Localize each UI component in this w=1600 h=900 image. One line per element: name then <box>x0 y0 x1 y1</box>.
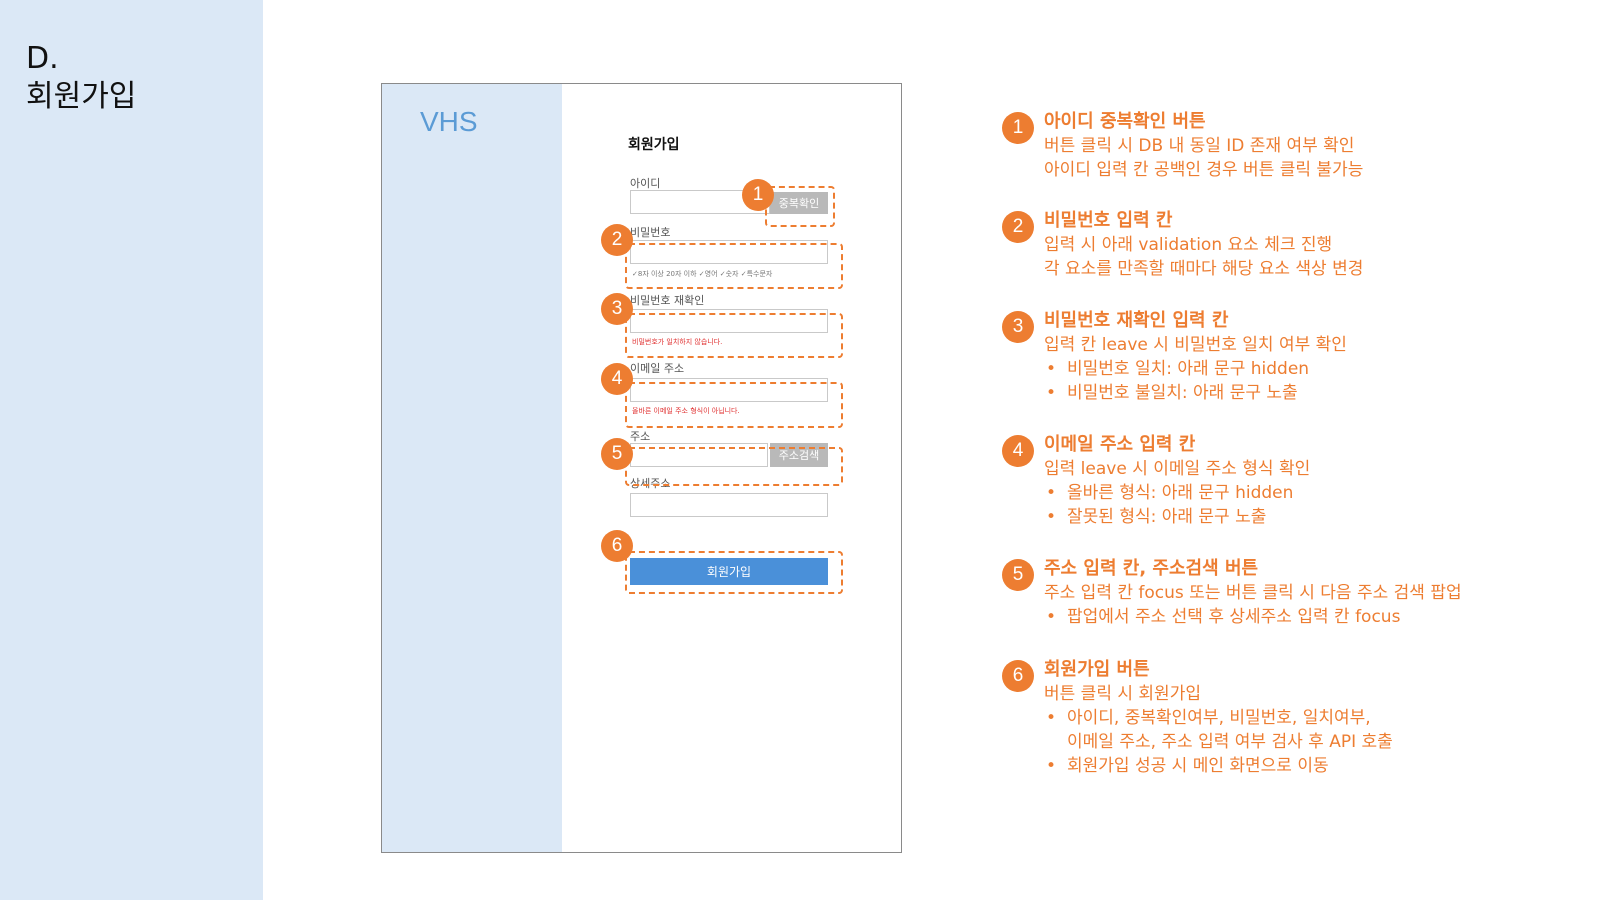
note-number-1: 1 <box>1002 112 1034 144</box>
marker-4: 4 <box>601 363 633 395</box>
note-title: 주소 입력 칸, 주소검색 버튼 <box>1044 558 1259 579</box>
note-line: 버튼 클릭 시 회원가입 <box>1044 684 1201 704</box>
form-title: 회원가입 <box>628 137 680 153</box>
id-label: 아이디 <box>630 177 661 190</box>
note-bullet: 팝업에서 주소 선택 후 상세주소 입력 칸 focus <box>1044 605 1584 629</box>
note-line: 입력 시 아래 validation 요소 체크 진행 <box>1044 235 1333 255</box>
note-line: 각 요소를 만족할 때마다 해당 요소 색상 변경 <box>1044 259 1364 279</box>
note-number-3: 3 <box>1002 311 1034 343</box>
marker-1: 1 <box>742 179 774 211</box>
note-bullet: 비밀번호 일치: 아래 문구 hidden <box>1044 357 1584 381</box>
note-line: 주소 입력 칸 focus 또는 버튼 클릭 시 다음 주소 검색 팝업 <box>1044 583 1462 603</box>
marker-6: 6 <box>601 530 633 562</box>
note-title: 아이디 중복확인 버튼 <box>1044 111 1206 132</box>
highlight-box-4 <box>625 382 843 428</box>
app-logo[interactable]: VHS <box>420 106 478 138</box>
note-number-4: 4 <box>1002 435 1034 467</box>
note-bullet: 올바른 형식: 아래 문구 hidden <box>1044 481 1584 505</box>
slide-title-section: D. <box>26 41 59 76</box>
detail-address-input[interactable] <box>630 493 828 517</box>
note-bullet: 비밀번호 불일치: 아래 문구 노출 <box>1044 381 1584 405</box>
note-line: 아이디 입력 칸 공백인 경우 버튼 클릭 불가능 <box>1044 160 1364 180</box>
highlight-box-5 <box>625 447 843 486</box>
note-number-2: 2 <box>1002 211 1034 243</box>
note-line: 입력 leave 시 이메일 주소 형식 확인 <box>1044 459 1311 479</box>
address-label: 주소 <box>630 430 651 443</box>
note-line: 버튼 클릭 시 DB 내 동일 ID 존재 여부 확인 <box>1044 136 1355 156</box>
note-number-6: 6 <box>1002 660 1034 692</box>
password-label: 비밀번호 <box>630 226 671 239</box>
note-title: 이메일 주소 입력 칸 <box>1044 434 1196 455</box>
note-title: 비밀번호 입력 칸 <box>1044 210 1173 231</box>
slide-title: D. 회원가입 <box>26 40 136 116</box>
marker-3: 3 <box>601 293 633 325</box>
password-confirm-label: 비밀번호 재확인 <box>630 294 705 307</box>
slide-side-panel: D. 회원가입 <box>0 0 263 900</box>
note-line: 입력 칸 leave 시 비밀번호 일치 여부 확인 <box>1044 335 1347 355</box>
note-title: 비밀번호 재확인 입력 칸 <box>1044 310 1229 331</box>
note-number-5: 5 <box>1002 559 1034 591</box>
note-bullet: 잘못된 형식: 아래 문구 노출 <box>1044 505 1584 529</box>
note-title: 회원가입 버튼 <box>1044 659 1150 680</box>
highlight-box-3 <box>625 313 843 358</box>
highlight-box-1 <box>765 186 835 227</box>
slide-title-name: 회원가입 <box>26 79 137 114</box>
note-bullet-continuation: 이메일 주소, 주소 입력 여부 검사 후 API 호출 <box>1067 732 1393 752</box>
email-label: 이메일 주소 <box>630 362 685 375</box>
marker-2: 2 <box>601 224 633 256</box>
highlight-box-2 <box>625 243 843 289</box>
highlight-box-6 <box>625 551 843 594</box>
mock-sidebar: VHS <box>382 84 562 852</box>
note-bullet: 회원가입 성공 시 메인 화면으로 이동 <box>1044 754 1584 778</box>
marker-5: 5 <box>601 438 633 470</box>
note-bullet: 아이디, 중복확인여부, 비밀번호, 일치여부, <box>1044 706 1584 730</box>
